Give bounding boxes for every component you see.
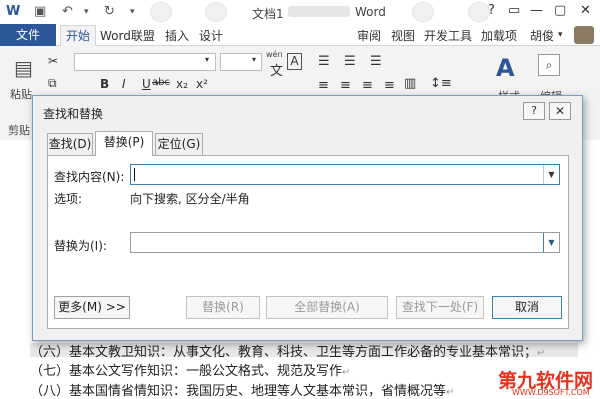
- phonetic-guide-button[interactable]: wén: [266, 50, 283, 59]
- find-icon[interactable]: ⌕: [538, 54, 560, 76]
- options-label: 选项:: [54, 192, 83, 206]
- distributed-icon[interactable]: ▥: [404, 76, 416, 91]
- tab-home[interactable]: 开始: [60, 25, 96, 47]
- replace-button[interactable]: 替换(R): [186, 296, 260, 319]
- paste-label[interactable]: 粘贴: [10, 86, 32, 102]
- replace-with-combo[interactable]: ▼: [130, 232, 560, 253]
- italic-button[interactable]: I: [122, 77, 126, 91]
- subscript-button[interactable]: x₂: [176, 77, 188, 91]
- dialog-close-button[interactable]: ✕: [549, 102, 571, 120]
- font-name-combo[interactable]: [74, 53, 216, 71]
- ribbon-tabs: 文件 开始 Word联盟 插入 设计 审阅 视图 开发工具 加载项 胡俊 ▾: [0, 24, 600, 47]
- undo-dropdown-icon[interactable]: ▾: [84, 7, 89, 17]
- character-border-button[interactable]: A: [287, 53, 302, 70]
- superscript-button[interactable]: x²: [196, 77, 208, 91]
- site-watermark: 第九软件网 WWW.D9SOFT.COM: [498, 366, 598, 399]
- maximize-icon[interactable]: ▢: [554, 3, 566, 18]
- theme-decoration: [150, 2, 172, 22]
- dialog-title: 查找和替换: [43, 107, 104, 121]
- cancel-button[interactable]: 取消: [492, 296, 562, 319]
- line-spacing-icon[interactable]: ↕≡: [430, 76, 452, 91]
- word-icon: W: [6, 4, 21, 19]
- text-caret: [134, 168, 135, 181]
- chevron-down-icon[interactable]: ▼: [543, 165, 559, 184]
- user-name[interactable]: 胡俊: [530, 27, 554, 44]
- numbering-icon[interactable]: ☰: [344, 54, 356, 69]
- chevron-down-icon[interactable]: ▼: [543, 233, 559, 252]
- tab-view[interactable]: 视图: [391, 27, 415, 44]
- document-line-text: （八）基本国情省情知识：我国历史、地理等人文基本常识，省情概况等: [30, 384, 447, 399]
- avatar[interactable]: [574, 26, 594, 44]
- copy-icon[interactable]: ⧉: [48, 76, 57, 91]
- paste-icon[interactable]: ▤: [14, 56, 33, 80]
- options-value: 向下搜索, 区分全/半角: [130, 192, 250, 206]
- bold-button[interactable]: B: [100, 77, 109, 91]
- clipboard-group-label: 剪贴: [8, 124, 30, 137]
- minimize-icon[interactable]: —: [530, 3, 543, 18]
- styles-icon[interactable]: A: [496, 54, 515, 82]
- tab-review[interactable]: 审阅: [357, 27, 381, 44]
- bullets-icon[interactable]: ☰: [318, 54, 330, 69]
- save-icon[interactable]: ▣: [34, 4, 46, 19]
- app-name: Word: [355, 5, 386, 19]
- paragraph-mark: ↵: [446, 387, 455, 398]
- theme-decoration: [205, 2, 227, 22]
- tab-goto[interactable]: 定位(G): [155, 133, 203, 155]
- tab-file[interactable]: 文件: [0, 24, 56, 46]
- tab-addins[interactable]: 加载项: [481, 27, 517, 44]
- ribbon-display-icon[interactable]: ▭: [508, 3, 520, 18]
- tab-replace[interactable]: 替换(P): [95, 131, 153, 156]
- paragraph-mark: ↵: [342, 367, 351, 378]
- find-next-button[interactable]: 查找下一处(F): [396, 296, 484, 319]
- tab-design[interactable]: 设计: [199, 27, 223, 44]
- title-blur: [288, 6, 350, 17]
- strikethrough-button[interactable]: abc: [152, 77, 170, 88]
- close-icon[interactable]: ✕: [580, 3, 591, 18]
- align-center-icon[interactable]: ≡: [340, 78, 351, 93]
- document-line-text: （六）基本文教卫知识：从事文化、教育、科技、卫生等方面工作必备的专业基本常识；: [30, 345, 538, 360]
- find-replace-dialog: 查找和替换 ? ✕ 查找(D) 替换(P) 定位(G) 查找内容(N): ▼ 选…: [32, 95, 583, 341]
- tab-developer[interactable]: 开发工具: [424, 27, 472, 44]
- user-dropdown-icon[interactable]: ▾: [558, 30, 563, 40]
- paragraph-mark: ↵: [537, 348, 546, 359]
- chevron-down-icon[interactable]: ▾: [252, 55, 256, 64]
- undo-icon[interactable]: ↶: [62, 4, 73, 19]
- tab-insert[interactable]: 插入: [165, 27, 189, 44]
- phonetic-guide-icon[interactable]: 文: [270, 60, 283, 79]
- document-line: （六）基本文教卫知识：从事文化、教育、科技、卫生等方面工作必备的专业基本常识；↵: [30, 341, 545, 360]
- theme-decoration: [412, 2, 434, 22]
- tab-word-league[interactable]: Word联盟: [100, 27, 155, 44]
- multilevel-list-icon[interactable]: ☰: [370, 54, 382, 69]
- replace-panel: 查找内容(N): ▼ 选项: 向下搜索, 区分全/半角 替换为(I): ▼ 更多…: [47, 155, 569, 329]
- cut-icon[interactable]: ✂: [48, 54, 58, 68]
- more-button[interactable]: 更多(M) >>: [54, 296, 130, 319]
- tab-find[interactable]: 查找(D): [47, 133, 93, 155]
- customize-icon[interactable]: ▾: [130, 7, 135, 17]
- document-line: （八）基本国情省情知识：我国历史、地理等人文基本常识，省情概况等↵: [30, 380, 454, 399]
- underline-button[interactable]: U: [142, 77, 151, 91]
- align-right-icon[interactable]: ≡: [362, 78, 373, 93]
- find-what-label: 查找内容(N):: [54, 170, 125, 184]
- document-title: 文档1: [252, 7, 284, 21]
- redo-icon[interactable]: ↻: [104, 4, 115, 19]
- align-left-icon[interactable]: ≡: [318, 78, 329, 93]
- theme-decoration: [468, 2, 490, 22]
- justify-icon[interactable]: ≡: [384, 78, 395, 93]
- dialog-help-button[interactable]: ?: [523, 102, 545, 120]
- document-line-text: （七）基本公文写作知识：一般公文格式、规范及写作: [30, 364, 343, 379]
- help-icon[interactable]: ?: [488, 3, 495, 18]
- watermark-url: WWW.D9SOFT.COM: [512, 388, 590, 397]
- replace-with-label: 替换为(I):: [54, 239, 107, 253]
- find-what-combo[interactable]: ▼: [130, 164, 560, 185]
- title-bar: W ▣ ↶ ▾ ↻ ▾ 文档1 Word ? ▭ — ▢ ✕: [0, 0, 600, 24]
- chevron-down-icon[interactable]: ▾: [205, 55, 209, 64]
- document-line: （七）基本公文写作知识：一般公文格式、规范及写作↵: [30, 360, 350, 379]
- replace-all-button[interactable]: 全部替换(A): [266, 296, 388, 319]
